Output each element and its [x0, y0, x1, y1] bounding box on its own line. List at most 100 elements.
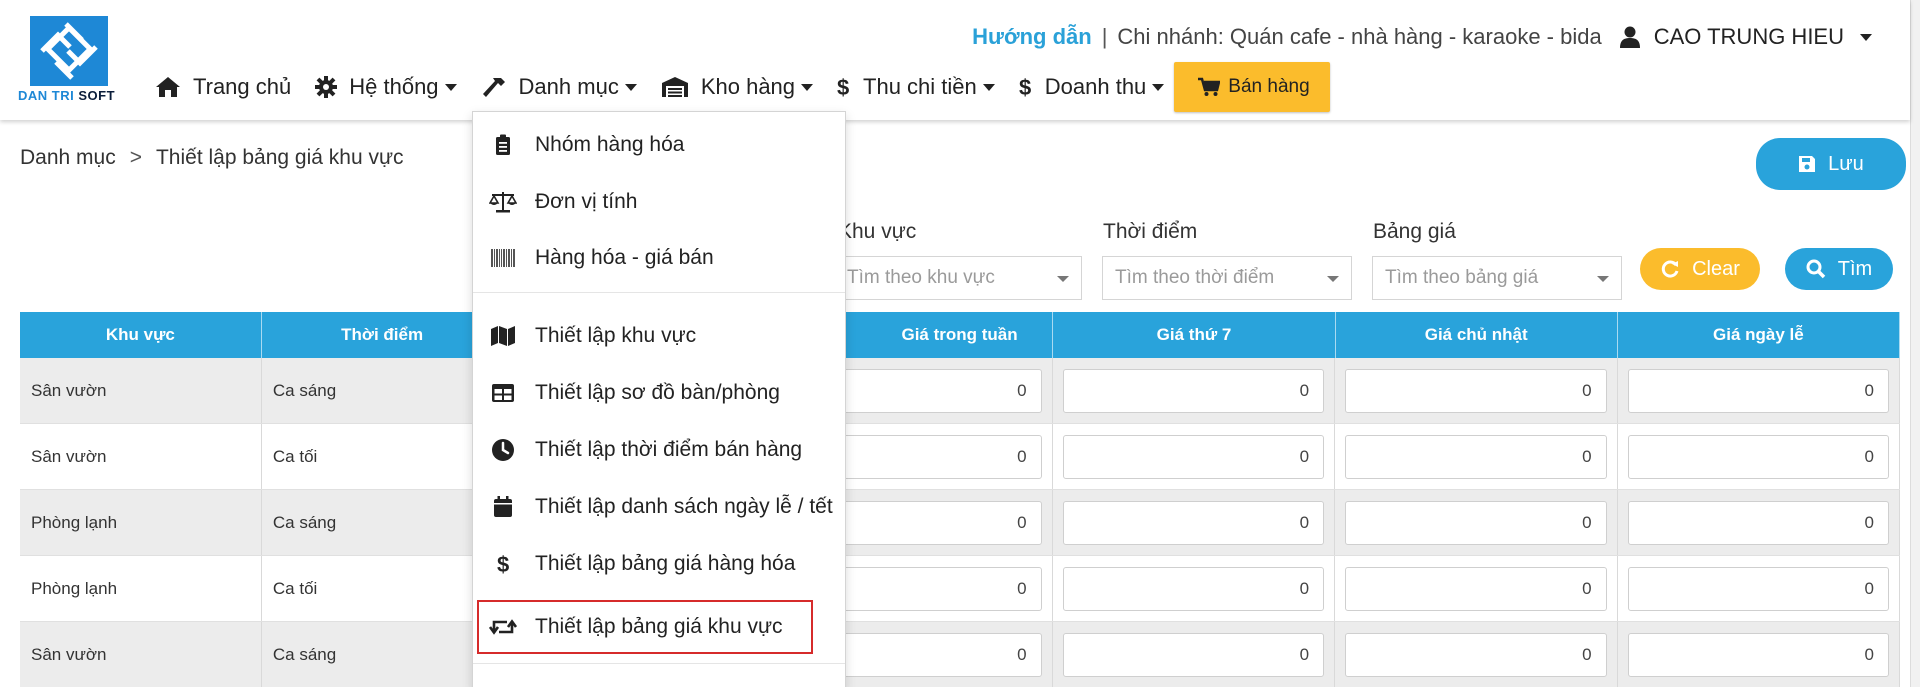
- save-button[interactable]: Lưu: [1756, 138, 1906, 190]
- breadcrumb-parent[interactable]: Danh mục: [20, 146, 116, 169]
- cell-area: Sân vườn: [20, 358, 262, 423]
- search-button[interactable]: Tìm: [1785, 248, 1893, 290]
- cart-icon: [1198, 77, 1221, 96]
- menu-item-label: Nhóm hàng hóa: [535, 133, 685, 156]
- sell-button[interactable]: Bán hàng: [1174, 62, 1330, 112]
- nav-home-label: Trang chủ: [193, 74, 292, 99]
- chevron-down-icon: [1057, 276, 1069, 282]
- sell-button-label: Bán hàng: [1228, 76, 1310, 97]
- dantri-logo[interactable]: DAN TRI SOFT: [18, 14, 124, 106]
- time-filter-label: Thời điểm: [1103, 220, 1198, 243]
- area-filter-placeholder: Tìm theo khu vực: [847, 267, 995, 288]
- holiday-price-input[interactable]: 0: [1627, 434, 1889, 479]
- cell-time: Ca tối: [262, 556, 504, 621]
- menu-item-units[interactable]: Đơn vị tính: [473, 175, 845, 229]
- cell-holiday: 0: [1618, 358, 1900, 423]
- nav-system[interactable]: Hệ thống: [315, 62, 457, 112]
- chevron-down-icon: [624, 83, 637, 91]
- search-button-label: Tìm: [1837, 257, 1873, 280]
- menu-item-product-pricelist[interactable]: $ Thiết lập bảng giá hàng hóa: [473, 537, 845, 591]
- cell-area: Phòng lạnh: [20, 490, 262, 555]
- table-row: Phòng lạnh Ca tối 0 0 0 0: [20, 556, 1900, 622]
- col-header-time: Thời điểm: [262, 312, 504, 358]
- user-name: CAO TRUNG HIEU: [1653, 24, 1844, 49]
- logo-text: DAN TRI SOFT: [18, 88, 116, 103]
- area-filter-select[interactable]: Tìm theo khu vực: [834, 256, 1082, 300]
- page-scrollbar[interactable]: [1910, 0, 1920, 687]
- sunday-price-input[interactable]: 0: [1345, 566, 1607, 611]
- col-header-saturday: Giá thứ 7: [1053, 312, 1336, 358]
- menu-item-area-setup[interactable]: Thiết lập khu vực: [473, 309, 845, 363]
- time-filter-placeholder: Tìm theo thời điểm: [1115, 267, 1275, 288]
- nav-catalog-label: Danh mục: [518, 74, 619, 99]
- clear-button-label: Clear: [1692, 257, 1740, 280]
- cell-saturday: 0: [1053, 622, 1336, 687]
- sunday-price-input[interactable]: 0: [1345, 500, 1607, 545]
- holiday-price-input[interactable]: 0: [1627, 632, 1889, 677]
- nav-cashflow[interactable]: $ Thu chi tiền: [837, 62, 995, 112]
- save-button-label: Lưu: [1828, 152, 1864, 175]
- guide-link[interactable]: Hướng dẫn: [972, 24, 1092, 50]
- holiday-price-input[interactable]: 0: [1627, 566, 1889, 611]
- nav-revenue[interactable]: $ Doanh thu: [1019, 62, 1165, 112]
- saturday-price-input[interactable]: 0: [1062, 368, 1325, 413]
- menu-item-label: Thiết lập bảng giá khu vực: [535, 615, 783, 638]
- user-menu[interactable]: CAO TRUNG HIEU: [1619, 24, 1872, 50]
- balance-scale-icon: [486, 187, 520, 217]
- area-filter-label: Khu vực: [838, 220, 917, 243]
- saturday-price-input[interactable]: 0: [1062, 500, 1325, 545]
- clear-button[interactable]: Clear: [1640, 248, 1760, 290]
- saturday-price-input[interactable]: 0: [1062, 434, 1325, 479]
- time-filter-select[interactable]: Tìm theo thời điểm: [1102, 256, 1352, 300]
- breadcrumb: Danh mục > Thiết lập bảng giá khu vực: [20, 146, 404, 170]
- svg-text:$: $: [837, 75, 849, 99]
- dollar-icon: $: [486, 549, 520, 579]
- chevron-down-icon: [1860, 33, 1872, 41]
- menu-item-area-pricelist[interactable]: Thiết lập bảng giá khu vực: [477, 600, 813, 654]
- holiday-price-input[interactable]: 0: [1627, 368, 1889, 413]
- clipboard-icon: [486, 130, 520, 160]
- menu-item-label: Thiết lập bảng giá hàng hóa: [535, 552, 796, 575]
- table-row: Sân vườn Ca sáng 0 0 0 0: [20, 358, 1900, 424]
- warehouse-icon: [661, 77, 688, 97]
- saturday-price-input[interactable]: 0: [1062, 632, 1325, 677]
- cell-saturday: 0: [1053, 424, 1336, 489]
- cell-sunday: 0: [1335, 622, 1618, 687]
- svg-text:$: $: [1019, 75, 1031, 99]
- sunday-price-input[interactable]: 0: [1345, 632, 1607, 677]
- col-header-area: Khu vực: [20, 312, 262, 358]
- pricelist-filter-select[interactable]: Tìm theo bảng giá: [1372, 256, 1622, 300]
- area-price-table: Khu vực Thời điểm Giá trong tuần Giá thứ…: [20, 312, 1900, 687]
- floppy-disk-icon: [1799, 156, 1816, 172]
- calendar-icon: [486, 492, 520, 522]
- menu-item-table-layout[interactable]: Thiết lập sơ đồ bàn/phòng: [473, 366, 845, 420]
- menu-item-holidays[interactable]: Thiết lập danh sách ngày lễ / tết: [473, 480, 845, 534]
- main-nav: Trang chủ Hệ thống Danh mục Kho hàng $ T…: [155, 62, 1330, 112]
- refresh-icon: [1661, 260, 1679, 278]
- sunday-price-input[interactable]: 0: [1345, 434, 1607, 479]
- chevron-down-icon: [982, 83, 995, 91]
- saturday-price-input[interactable]: 0: [1062, 566, 1325, 611]
- menu-item-label: Đơn vị tính: [535, 190, 638, 213]
- cell-saturday: 0: [1053, 358, 1336, 423]
- nav-home[interactable]: Trang chủ: [155, 62, 291, 112]
- sunday-price-input[interactable]: 0: [1345, 368, 1607, 413]
- chevron-down-icon: [1597, 276, 1609, 282]
- nav-catalog[interactable]: Danh mục: [481, 62, 637, 112]
- col-header-holiday: Giá ngày lễ: [1618, 312, 1900, 358]
- nav-warehouse[interactable]: Kho hàng: [661, 62, 814, 112]
- menu-item-products-prices[interactable]: Hàng hóa - giá bán: [473, 231, 845, 285]
- cell-sunday: 0: [1335, 490, 1618, 555]
- pricelist-filter-label: Bảng giá: [1373, 220, 1456, 243]
- app-header: DAN TRI SOFT Hướng dẫn | Chi nhánh: Quán…: [0, 0, 1910, 120]
- chevron-down-icon: [801, 83, 814, 91]
- table-row: Sân vườn Ca sáng 0 0 0 0: [20, 622, 1900, 687]
- menu-item-sales-time[interactable]: Thiết lập thời điểm bán hàng: [473, 423, 845, 477]
- cell-holiday: 0: [1618, 622, 1900, 687]
- menu-item-label: Thiết lập danh sách ngày lễ / tết: [535, 495, 833, 518]
- catalog-dropdown-menu: Nhóm hàng hóa Đơn vị tính Hàng hóa - giá b…: [472, 111, 846, 687]
- holiday-price-input[interactable]: 0: [1627, 500, 1889, 545]
- menu-item-label: Thiết lập khu vực: [535, 324, 697, 347]
- menu-item-product-groups[interactable]: Nhóm hàng hóa: [473, 118, 845, 172]
- cell-holiday: 0: [1618, 556, 1900, 621]
